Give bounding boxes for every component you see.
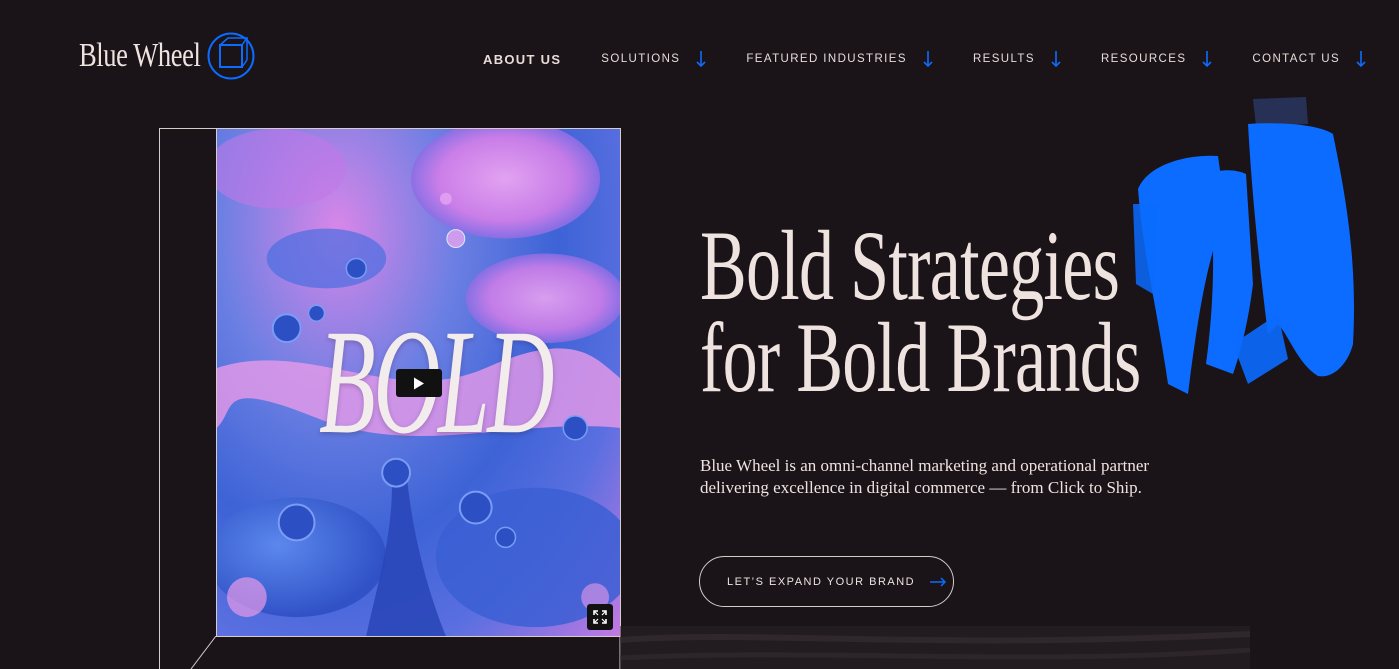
nav-item-label: RESULTS xyxy=(972,53,1035,65)
nav-item-label: RESOURCES xyxy=(1100,53,1187,65)
grain-texture-decoration xyxy=(620,626,1250,669)
nav-item-label: SOLUTIONS xyxy=(601,53,681,65)
nav-item-contact-us[interactable]: CONTACT US xyxy=(1252,50,1366,68)
hero-headline: Bold Strategies for Bold Brands xyxy=(700,210,1141,413)
video-frame-perspective-lines xyxy=(190,636,621,669)
arrow-down-icon xyxy=(1356,51,1366,68)
nav-item-results[interactable]: RESULTS xyxy=(973,50,1061,68)
hero-description: Blue Wheel is an omni-channel marketing … xyxy=(700,456,1150,497)
arrow-down-icon xyxy=(1202,51,1212,68)
expand-icon xyxy=(593,610,607,624)
nav-item-label: FEATURED INDUSTRIES xyxy=(746,53,907,65)
expand-brand-button[interactable]: LET’S EXPAND YOUR BRAND xyxy=(699,556,954,607)
cta-label: LET’S EXPAND YOUR BRAND xyxy=(727,575,916,588)
fullscreen-button[interactable] xyxy=(587,604,613,630)
hero-video[interactable]: BOLD xyxy=(216,128,621,637)
blue-brush-stroke-decoration xyxy=(1133,97,1354,394)
video-frame-border xyxy=(159,128,216,669)
page: Blue Wheel ABOUT US SOLUTIONS FEATURED I… xyxy=(0,0,1399,669)
logo-link[interactable]: Blue Wheel xyxy=(79,32,255,80)
hero-headline-line1: Bold Strategies xyxy=(700,210,1120,321)
main-nav: ABOUT US SOLUTIONS FEATURED INDUSTRIES R… xyxy=(483,50,1366,68)
play-button[interactable] xyxy=(396,369,442,397)
play-icon xyxy=(414,377,424,389)
nav-item-solutions[interactable]: SOLUTIONS xyxy=(601,50,706,68)
nav-item-label: CONTACT US xyxy=(1252,53,1341,65)
arrow-down-icon xyxy=(1051,51,1061,68)
hero-headline-line2: for Bold Brands xyxy=(700,302,1141,413)
wheel-cube-icon xyxy=(207,32,255,80)
nav-item-about-us[interactable]: ABOUT US xyxy=(483,52,561,67)
arrow-down-icon xyxy=(923,51,933,68)
arrow-right-icon xyxy=(930,576,947,587)
nav-item-featured-industries[interactable]: FEATURED INDUSTRIES xyxy=(746,50,933,68)
nav-item-resources[interactable]: RESOURCES xyxy=(1101,50,1212,68)
logo-text: Blue Wheel xyxy=(79,37,201,74)
nav-item-label: ABOUT US xyxy=(483,51,562,67)
arrow-down-icon xyxy=(696,51,706,68)
